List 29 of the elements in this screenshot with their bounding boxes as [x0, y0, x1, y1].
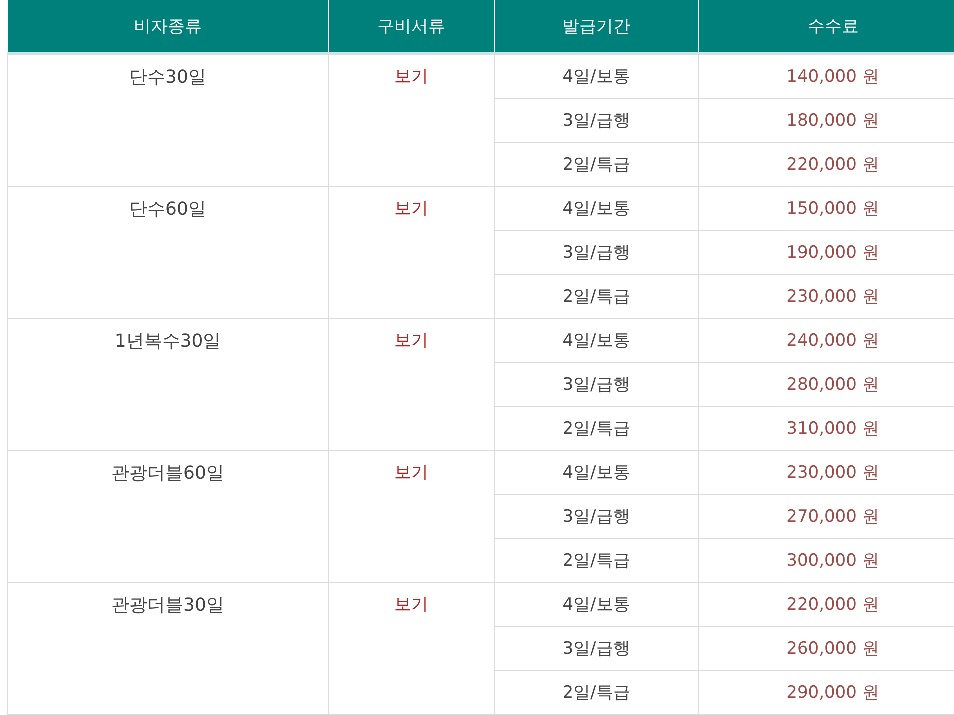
table-cell: 4일/보통	[494, 54, 698, 98]
table-cell: 2일/특급	[494, 274, 698, 318]
table-cell: 2일/특급	[494, 670, 698, 714]
view-link[interactable]: 보기	[394, 461, 428, 484]
visa-type: 단수30일	[130, 66, 206, 89]
column-header: 구비서류	[328, 0, 494, 54]
visa-type: 1년복수30일	[114, 330, 222, 353]
visa-type: 단수60일	[130, 198, 206, 221]
table-cell: 2일/특급	[494, 142, 698, 186]
visa-type: 관광더블30일	[112, 594, 224, 617]
table-cell: 4일/보통	[494, 450, 698, 494]
table-cell: 2일/특급	[494, 538, 698, 582]
column-header: 수수료	[698, 0, 954, 54]
table-cell: 4일/보통	[494, 582, 698, 626]
view-link[interactable]: 보기	[394, 329, 428, 352]
table-cell: 4일/보통	[494, 318, 698, 362]
column-header: 발급기간	[494, 0, 698, 54]
table-cell: 3일/급행	[494, 494, 698, 538]
table-cell: 3일/급행	[494, 98, 698, 142]
column-header: 비자종류	[8, 0, 328, 54]
table-cell: 4일/보통	[494, 186, 698, 230]
view-link[interactable]: 보기	[394, 593, 428, 616]
view-link[interactable]: 보기	[394, 197, 428, 220]
table-cell: 3일/급행	[494, 362, 698, 406]
table-cell: 3일/급행	[494, 626, 698, 670]
table-cell: 2일/특급	[494, 406, 698, 450]
table-cell: 3일/급행	[494, 230, 698, 274]
view-link[interactable]: 보기	[394, 65, 428, 88]
visa-type: 관광더블60일	[112, 462, 224, 485]
